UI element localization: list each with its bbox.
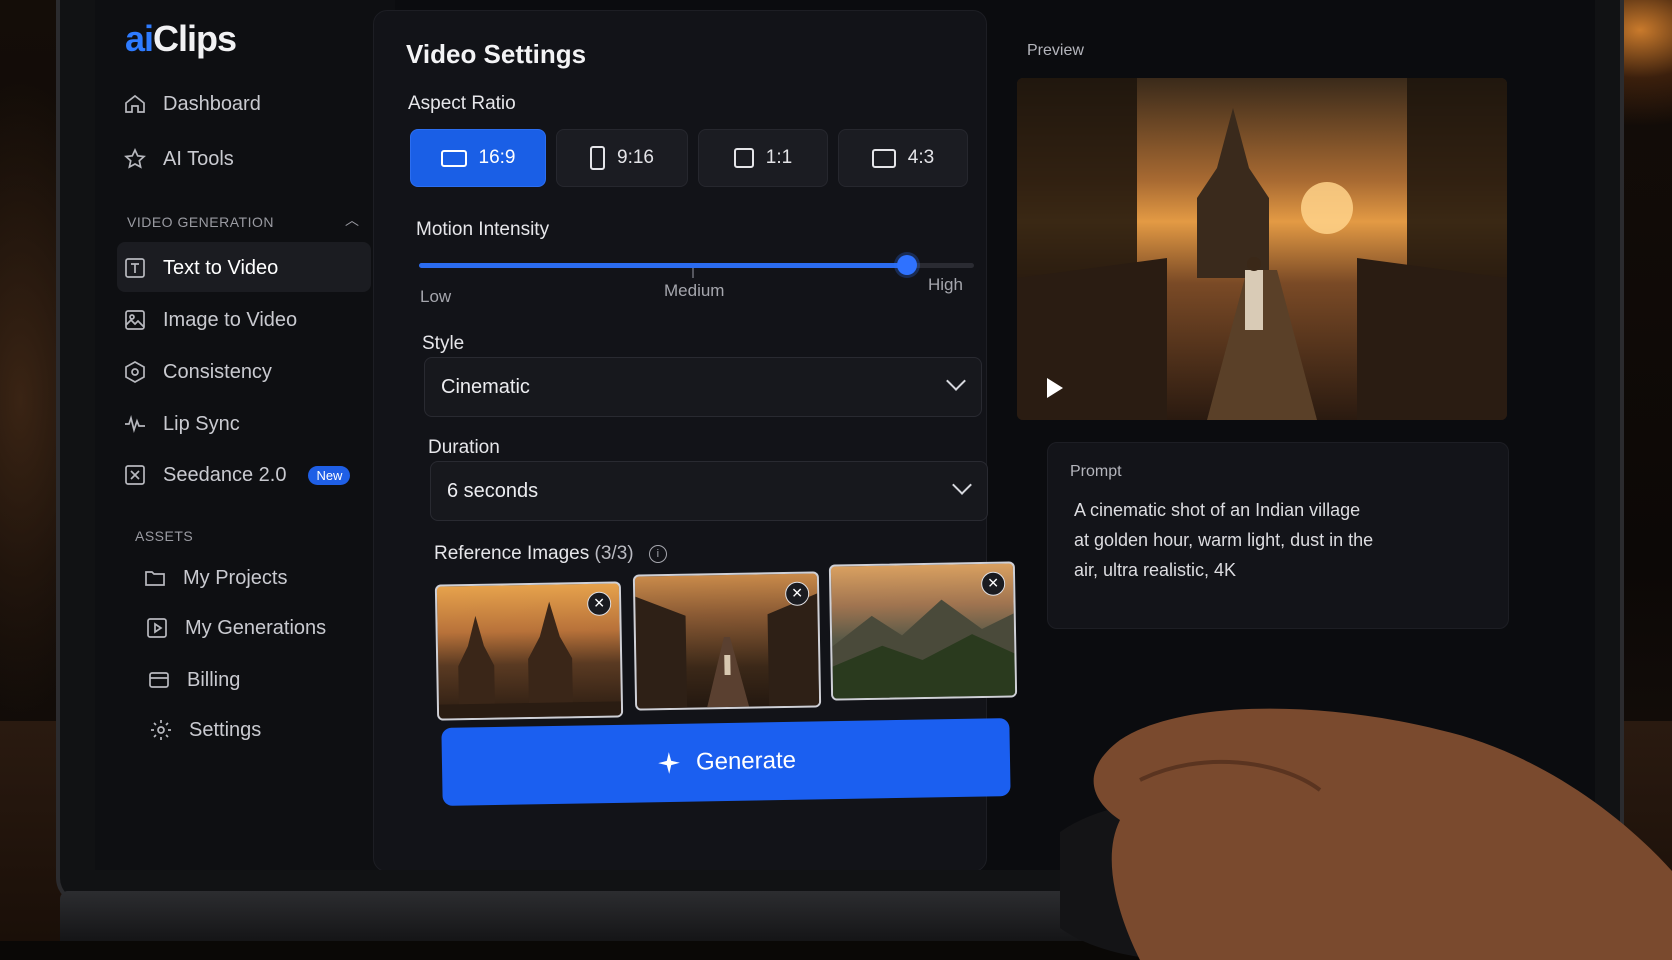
hexagon-icon [125,361,145,383]
ratio-label: 9:16 [617,147,654,168]
sidebar-item-settings[interactable]: Settings [149,718,261,742]
play-icon[interactable] [1047,378,1063,398]
aspect-ratio-label: Aspect Ratio [408,93,516,114]
folder-icon [145,571,165,586]
reference-image-village-street[interactable]: ✕ [632,571,822,711]
slider-medium-label: Medium [664,281,725,300]
ratio-4-3-button[interactable]: 4:3 [838,129,968,187]
sidebar-item-billing[interactable]: Billing [147,668,240,692]
sidebar-item-label: Dashboard [163,92,261,115]
sidebar-item-label: My Generations [185,616,327,639]
hand-on-mouse [1060,708,1672,960]
sidebar-item-dashboard[interactable]: Dashboard [123,92,261,116]
sidebar-item-label: Text to Video [163,256,279,279]
square-icon [733,148,754,168]
sidebar-item-image-to-video[interactable]: Image to Video [123,308,297,332]
info-icon[interactable]: i [648,544,667,563]
sidebar-item-label: Lip Sync [163,412,240,435]
image-icon [125,310,145,330]
sidebar-item-my-generations[interactable]: My Generations [145,616,326,640]
ratio-1-1-button[interactable]: 1:1 [698,129,828,187]
sidebar: aiClips Dashboard AI Tools VIDEO GENERAT… [95,0,395,870]
sidebar-item-my-projects[interactable]: My Projects [143,566,287,590]
reference-count: (3/3) [594,543,634,564]
card-icon [149,672,169,688]
reference-image-temple[interactable]: ✕ [434,581,624,721]
collapse-chevron-icon[interactable]: ︿ [345,210,359,230]
sidebar-item-text-to-video[interactable]: Text to Video [123,256,278,280]
ratio-16-9-button[interactable]: 16:9 [410,129,546,187]
chevron-down-icon [946,371,966,391]
ratio-4-3-icon [871,148,896,168]
reference-images-label: Reference Images (3/3) i [434,543,667,565]
new-badge: New [308,465,351,485]
sidebar-item-label: AI Tools [163,147,234,170]
prompt-label: Prompt [1070,463,1122,480]
style-value: Cinematic [441,375,530,398]
style-select[interactable]: Cinematic [424,357,982,417]
prompt-card: Prompt A cinematic shot of an Indian vil… [1047,442,1509,629]
logo-ai: ai [125,18,154,59]
prompt-text: A cinematic shot of an Indian village at… [1074,500,1374,580]
slider-high-label: High [928,275,963,294]
sidebar-item-label: Image to Video [163,308,298,331]
home-icon [125,94,145,113]
logo-clips: Clips [153,18,237,59]
slider-fill [419,263,908,268]
ratio-label: 16:9 [478,147,516,168]
chevron-down-icon [952,475,972,495]
duration-value: 6 seconds [447,479,539,502]
play-square-icon [147,618,167,638]
video-settings-panel: Video Settings Aspect Ratio 16:9 9:16 1:… [373,10,1018,870]
sidebar-item-label: My Projects [183,566,288,589]
generate-label: Generate [695,746,797,776]
sidebar-item-label: Consistency [163,360,272,383]
sidebar-item-consistency[interactable]: Consistency [123,360,272,384]
waveform-icon [125,414,145,434]
style-label: Style [422,333,465,354]
text-box-icon [125,258,145,278]
ratio-label: 4:3 [907,147,935,168]
sidebar-item-ai-tools[interactable]: AI Tools [123,147,234,171]
section-video-generation: VIDEO GENERATION [127,214,274,230]
slider-knob[interactable] [897,255,918,275]
seedance-icon [125,465,145,485]
sidebar-item-lip-sync[interactable]: Lip Sync [123,412,240,436]
motion-intensity-slider[interactable] [419,255,974,275]
duration-label: Duration [428,437,500,458]
sparkle-icon [658,752,680,774]
sidebar-item-label: Seedance 2.0 [163,463,287,486]
slider-low-label: Low [420,287,452,306]
generate-button[interactable]: Generate [441,718,1011,806]
section-assets: ASSETS [135,528,194,544]
preview-scene-art [1017,78,1507,420]
preview-label: Preview [1027,42,1084,59]
motion-intensity-label: Motion Intensity [416,219,550,240]
sidebar-item-seedance[interactable]: Seedance 2.0 New [123,463,351,487]
landscape-icon [440,149,467,167]
star-icon [124,147,146,169]
reference-label-text: Reference Images [434,543,590,564]
sidebar-item-label: Billing [187,668,241,691]
reference-image-mountains[interactable]: ✕ [828,561,1018,701]
ratio-9-16-button[interactable]: 9:16 [556,129,688,187]
sidebar-item-label: Settings [189,718,262,741]
ratio-label: 1:1 [765,147,793,168]
preview-video[interactable] [1017,78,1507,420]
gear-icon [151,720,171,740]
page-title: Video Settings [406,39,587,69]
portrait-icon [590,146,605,170]
duration-select[interactable]: 6 seconds [430,461,988,521]
slider-medium-tick [692,268,694,278]
app-logo[interactable]: aiClips [125,18,237,60]
